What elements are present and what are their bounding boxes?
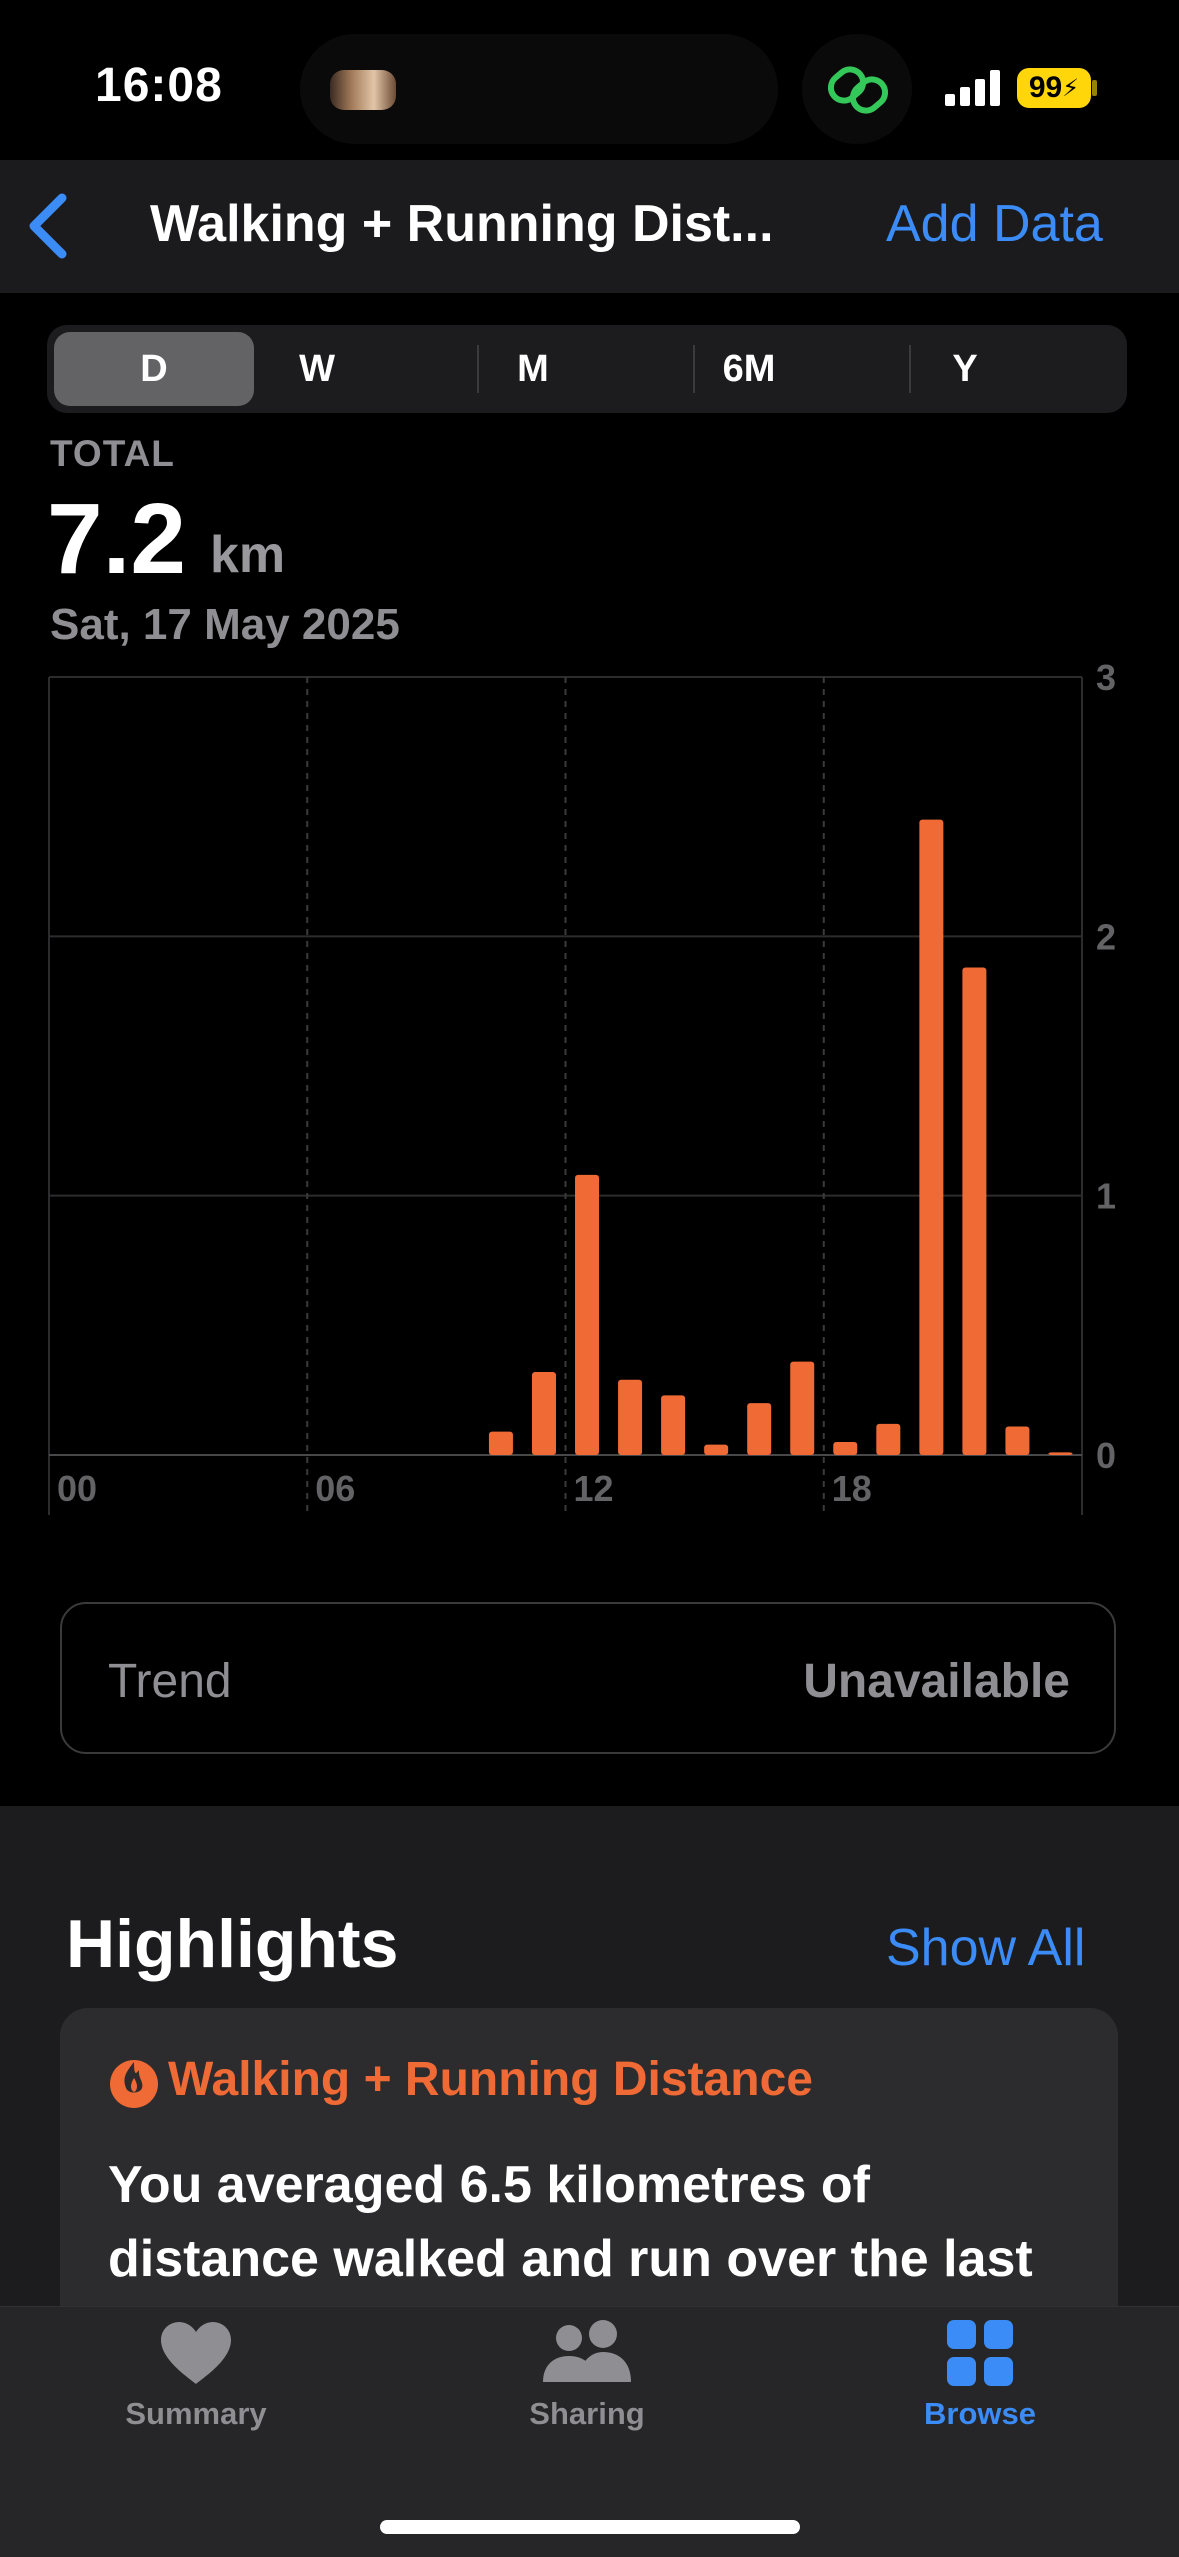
- chart-bar: [833, 1442, 858, 1455]
- battery-icon: 99 ⚡: [1017, 68, 1091, 108]
- tab-summary-label: Summary: [125, 2396, 267, 2431]
- x-tick-label: 18: [832, 1468, 872, 1509]
- chart-bar: [790, 1361, 815, 1455]
- highlight-card-title: Walking + Running Distance: [168, 2053, 813, 2106]
- chart-bar: [1048, 1452, 1073, 1455]
- status-time: 16:08: [95, 59, 223, 112]
- x-tick-label: 00: [57, 1468, 97, 1509]
- tab-browse[interactable]: Browse: [880, 2320, 1080, 2432]
- tab-browse-label: Browse: [924, 2396, 1036, 2431]
- signal-icon: [945, 70, 1000, 106]
- total-label: TOTAL: [50, 433, 175, 474]
- x-tick-label: 06: [315, 1468, 355, 1509]
- people-icon: [543, 2320, 631, 2382]
- chart-bar: [747, 1403, 772, 1455]
- home-indicator: [380, 2520, 800, 2534]
- chart-bar: [531, 1372, 556, 1455]
- tab-sharing-label: Sharing: [529, 2396, 645, 2431]
- add-data-button[interactable]: Add Data: [886, 194, 1103, 254]
- total-value: 7.2: [47, 483, 187, 595]
- y-tick-label: 1: [1096, 1176, 1116, 1217]
- chart-bar: [876, 1423, 901, 1455]
- flame-icon: [110, 2060, 158, 2108]
- battery-nub: [1092, 80, 1097, 96]
- segment-6-months[interactable]: 6M: [649, 332, 849, 406]
- link-icon: [827, 66, 889, 114]
- chart-bar: [618, 1379, 643, 1455]
- chart-bar: [919, 819, 944, 1455]
- x-tick-label: 12: [574, 1468, 614, 1509]
- y-tick-label: 3: [1096, 660, 1116, 698]
- grid-icon: [947, 2320, 1013, 2386]
- tab-sharing[interactable]: Sharing: [487, 2320, 687, 2432]
- chart-bar: [704, 1444, 729, 1455]
- chart-bar: [575, 1174, 600, 1455]
- segment-week[interactable]: W: [217, 332, 417, 406]
- now-playing-thumbnail[interactable]: [330, 70, 396, 110]
- chart-bar: [661, 1395, 686, 1455]
- chart-bar: [962, 967, 987, 1455]
- chart-bar: [1005, 1426, 1030, 1455]
- chevron-left-icon[interactable]: [22, 188, 72, 264]
- segment-year[interactable]: Y: [865, 332, 1065, 406]
- y-tick-label: 2: [1096, 916, 1116, 957]
- total-unit: km: [210, 526, 286, 584]
- trend-value: Unavailable: [803, 1655, 1070, 1708]
- highlights-title: Highlights: [66, 1906, 399, 1982]
- tab-summary[interactable]: Summary: [96, 2320, 296, 2432]
- trend-label: Trend: [108, 1655, 232, 1708]
- show-all-link[interactable]: Show All: [886, 1918, 1085, 1978]
- nav-title: Walking + Running Dist...: [150, 195, 774, 253]
- y-tick-label: 0: [1096, 1435, 1116, 1476]
- chart-bar: [488, 1431, 513, 1455]
- time-range-segmented-control: D W M 6M Y: [47, 325, 1127, 413]
- date-label: Sat, 17 May 2025: [50, 600, 400, 649]
- distance-bar-chart[interactable]: 012300 06 12 18: [0, 660, 1179, 1530]
- segment-month[interactable]: M: [433, 332, 633, 406]
- heart-icon: [161, 2322, 231, 2384]
- battery-level: 99: [1028, 71, 1063, 104]
